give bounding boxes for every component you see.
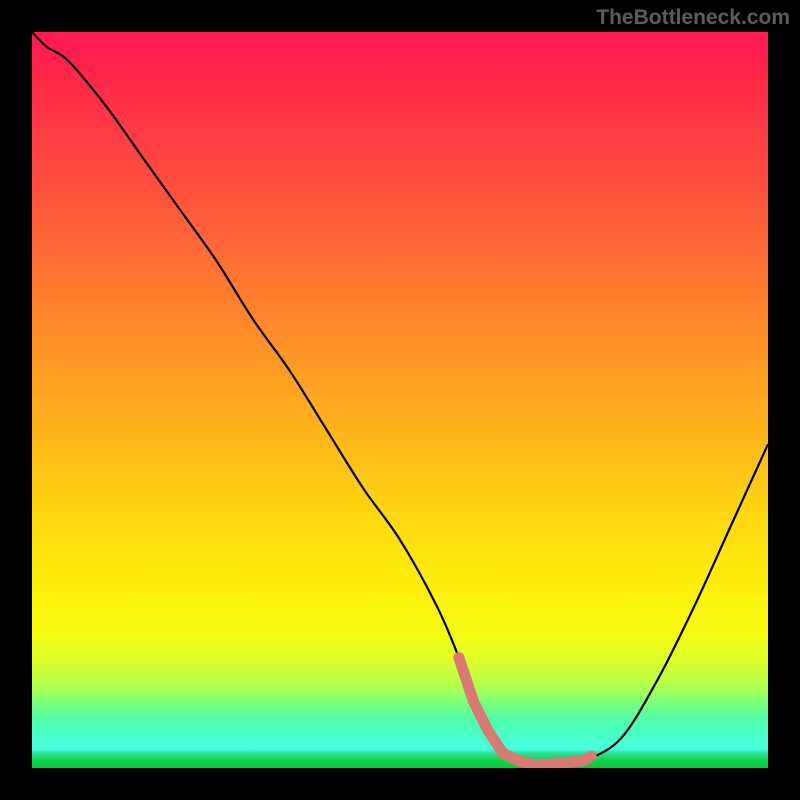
chart-plot-area (32, 32, 768, 768)
watermark-text: TheBottleneck.com (596, 6, 790, 30)
confidence-band (32, 32, 768, 768)
